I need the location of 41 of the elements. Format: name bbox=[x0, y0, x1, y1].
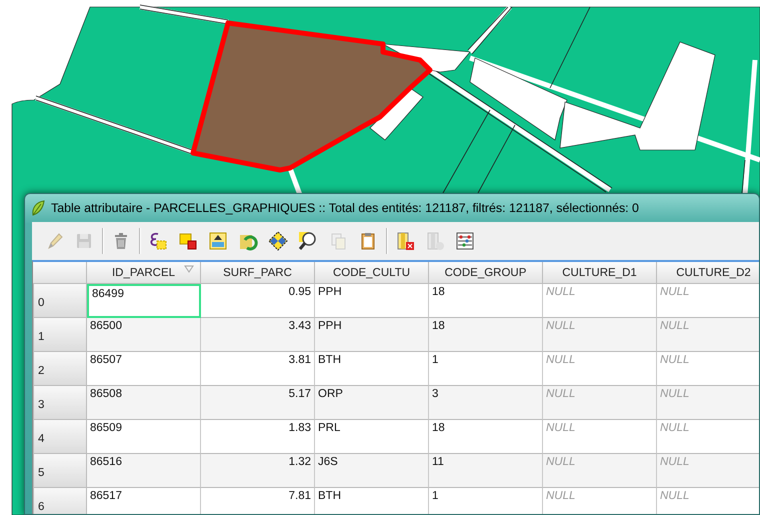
column-delete-icon bbox=[395, 231, 415, 251]
table-cell[interactable]: 11 bbox=[429, 454, 543, 488]
table-cell[interactable]: 86508 bbox=[87, 386, 201, 420]
table-cell[interactable]: 3.43 bbox=[201, 318, 315, 352]
row-header[interactable]: 2 bbox=[33, 352, 87, 386]
column-header[interactable]: CULTURE_D1 bbox=[543, 262, 657, 284]
table-cell[interactable]: 3 bbox=[429, 386, 543, 420]
column-add-icon bbox=[425, 231, 445, 251]
table-cell[interactable]: 86516 bbox=[87, 454, 201, 488]
row-header[interactable]: 1 bbox=[33, 318, 87, 352]
squares-icon bbox=[178, 231, 198, 251]
table-cell[interactable]: PPH bbox=[315, 318, 429, 352]
column-header[interactable]: CODE_CULTU bbox=[315, 262, 429, 284]
table-cell[interactable]: 1.32 bbox=[201, 454, 315, 488]
table-cell[interactable]: 86500 bbox=[87, 318, 201, 352]
abacus-icon bbox=[455, 231, 475, 251]
table-cell[interactable]: ORP bbox=[315, 386, 429, 420]
leaf-icon bbox=[31, 200, 45, 216]
row-header[interactable]: 5 bbox=[33, 454, 87, 488]
arrow-up-icon bbox=[208, 231, 228, 251]
row-header[interactable]: 0 bbox=[33, 284, 87, 318]
column-header[interactable]: ID_PARCEL bbox=[87, 262, 201, 284]
table-cell[interactable]: J6S bbox=[315, 454, 429, 488]
diamonds-icon bbox=[268, 231, 288, 251]
table-cell[interactable]: 86499 bbox=[87, 284, 201, 318]
magnifier-icon bbox=[298, 231, 318, 251]
table-cell[interactable]: 1 bbox=[429, 488, 543, 514]
column-header[interactable]: CULTURE_D2 bbox=[657, 262, 759, 284]
table-cell[interactable]: BTH bbox=[315, 488, 429, 514]
column-header[interactable]: SURF_PARC bbox=[201, 262, 315, 284]
epsilon-icon bbox=[148, 231, 168, 251]
window-title: Table attributaire - PARCELLES_GRAPHIQUES :: Total des entités: 121187, filtrés: 121187, sélectionnés: 0 bbox=[51, 201, 639, 215]
table-cell[interactable]: 7.81 bbox=[201, 488, 315, 514]
row-header[interactable]: 4 bbox=[33, 420, 87, 454]
row-header[interactable]: 3 bbox=[33, 386, 87, 420]
row-header[interactable]: 6 bbox=[33, 488, 87, 514]
column-header[interactable]: CODE_GROUP bbox=[429, 262, 543, 284]
table-cell[interactable]: 86517 bbox=[87, 488, 201, 514]
table-cell[interactable]: 18 bbox=[429, 318, 543, 352]
table-cell[interactable]: 5.17 bbox=[201, 386, 315, 420]
sort-triangle-icon bbox=[184, 265, 194, 273]
